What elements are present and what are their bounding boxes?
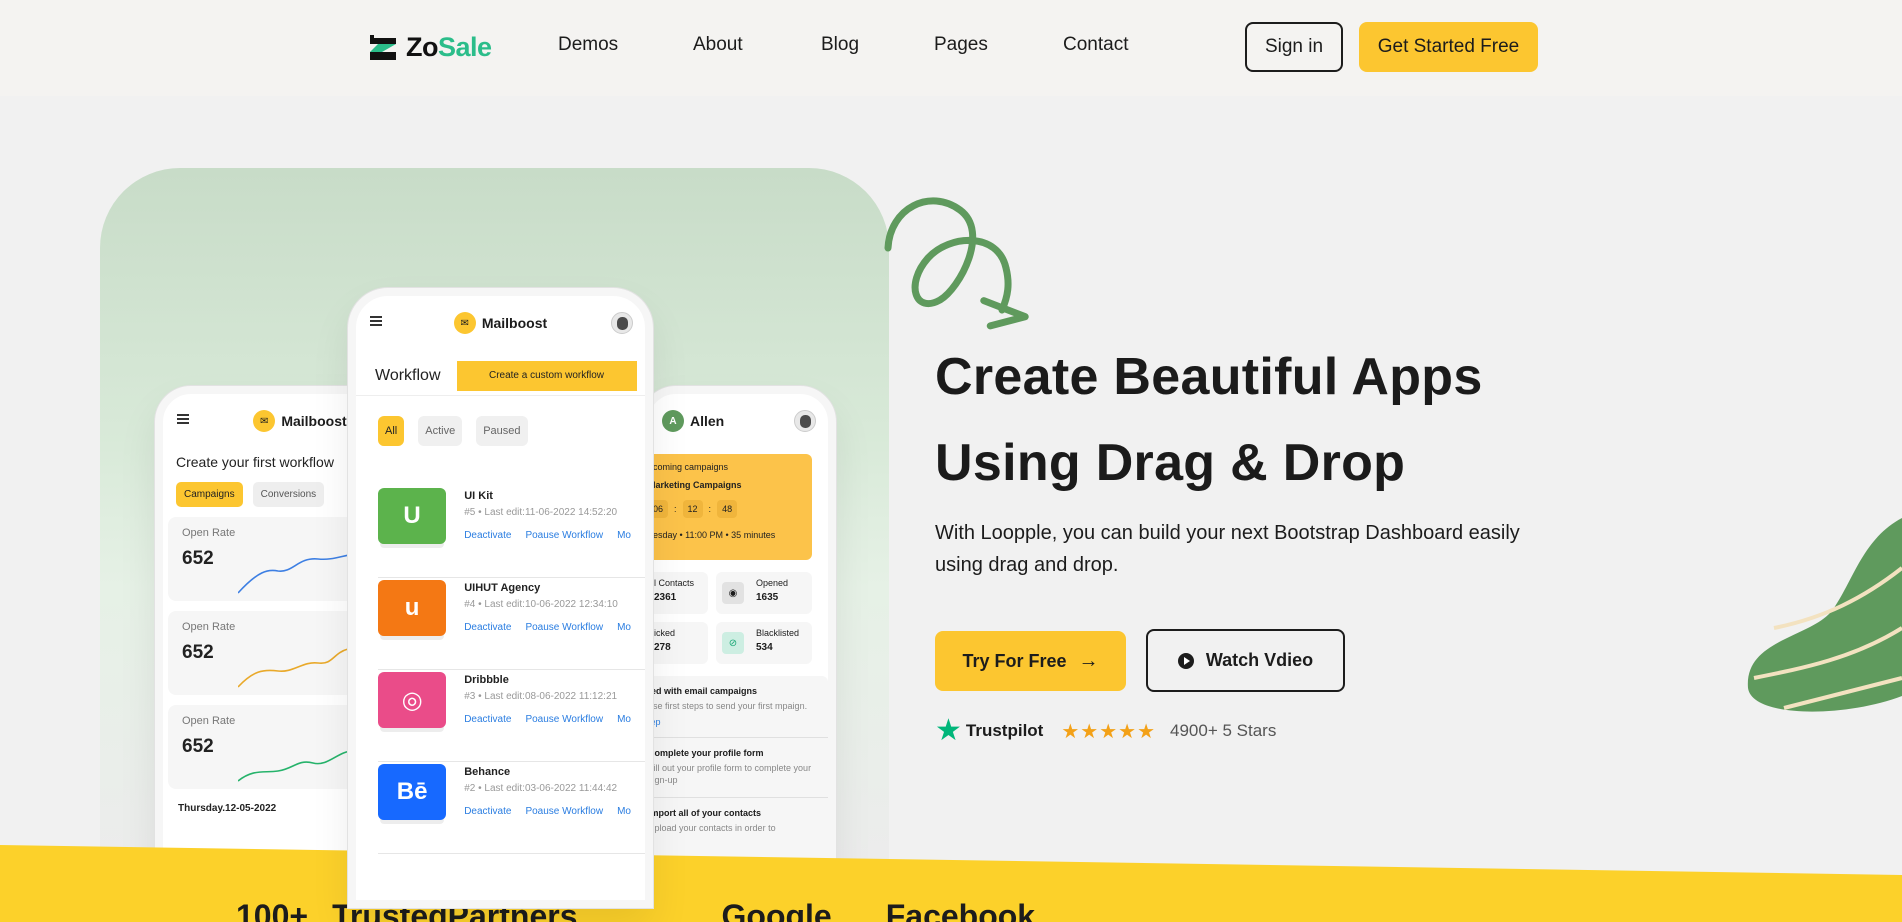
user-name: Allen [690, 413, 725, 429]
mailbox-icon: ✉ [253, 410, 276, 432]
logo-icon [368, 32, 398, 62]
partner-logo-google: Google [721, 898, 832, 922]
stat-contacts: l Contacts 2361 [648, 572, 708, 614]
deactivate-link: Deactivate [464, 806, 512, 817]
workflow-meta: #4 • Last edit:10-06-2022 12:34:10 [464, 599, 618, 610]
top-navbar: ZoSale Demos About Blog Pages Contact Si… [0, 0, 1902, 96]
stat-opened: ◉ Opened 1635 [716, 572, 812, 614]
block-icon: ⊘ [722, 632, 744, 654]
pause-workflow-link: Poause Workflow [525, 622, 604, 633]
avatar [794, 410, 816, 432]
watch-video-button[interactable]: Watch Vdieo [1146, 629, 1345, 692]
logo-text: ZoSale [406, 31, 492, 62]
nav-link-about[interactable]: About [693, 34, 743, 56]
nav-link-contact[interactable]: Contact [1063, 34, 1128, 56]
deactivate-link: Deactivate [464, 530, 512, 541]
nav-link-blog[interactable]: Blog [821, 34, 859, 56]
workflow-meta: #2 • Last edit:03-06-2022 11:44:42 [464, 783, 618, 794]
more-link: Mo [617, 622, 631, 633]
hero-heading: Create Beautiful Apps Using Drag & Drop [935, 348, 1483, 492]
list-text: Fill out your profile form to complete y… [648, 762, 812, 786]
pause-workflow-link: Poause Workflow [525, 530, 604, 541]
workflow-name: Dribbble [464, 674, 509, 686]
user-logo-icon: A [662, 410, 684, 432]
eye-icon: ◉ [722, 582, 744, 604]
nav-link-pages[interactable]: Pages [934, 34, 988, 56]
card-schedule: nesday • 11:00 PM • 35 minutes [648, 530, 776, 540]
hero-subtitle: With Loopple, you can build your next Bo… [935, 522, 1520, 576]
workflow-name: Behance [464, 766, 511, 778]
countdown-timer: 06: 12: 48 [648, 500, 812, 518]
getting-started-list: ted with email campaigns ese first steps… [648, 676, 828, 876]
more-link: Mo [617, 530, 631, 541]
timer-minutes: 12 [682, 500, 703, 518]
phone-brand: Mailboost [281, 413, 347, 429]
rating-stars: ★★★★★ [1061, 720, 1157, 743]
more-link: Mo [617, 714, 631, 725]
partner-logo-facebook: Facebook [885, 898, 1036, 922]
mailbox-icon: ✉ [453, 312, 476, 334]
upcoming-campaign-card: pcoming campaigns Marketing Campaigns 06… [648, 454, 812, 560]
deactivate-link: Deactivate [464, 622, 512, 633]
nav-link-demos[interactable]: Demos [558, 34, 618, 56]
leaf-decoration [1747, 518, 1902, 712]
card-title: Marketing Campaigns [648, 480, 742, 490]
card-label: pcoming campaigns [648, 462, 729, 472]
play-icon [1177, 652, 1194, 669]
workflow-meta: #3 • Last edit:08-06-2022 11:12:21 [464, 691, 618, 702]
app-logo-icon: ◎ [378, 672, 447, 728]
rating-text: 4900+ 5 Stars [1170, 721, 1277, 740]
try-for-free-button[interactable]: Try For Free → [935, 631, 1126, 691]
tab-conversions: Conversions [252, 482, 325, 507]
workflow-item: ◎ Dribbble #3 • Last edit:08-06-2022 11:12… [378, 670, 645, 762]
workflow-title: Workflow [375, 366, 441, 384]
phone-brand: Mailboost [481, 315, 548, 331]
get-started-button[interactable]: Get Started Free [1359, 22, 1538, 72]
workflow-item: u UIHUT Agency #4 • Last edit:10-06-2022 1… [378, 578, 645, 670]
stat-blacklisted: ⊘ Blacklisted 534 [716, 622, 812, 664]
trustpilot-rating: ★ Trustpilot ★★★★★ 4900+ 5 Stars [935, 716, 1276, 746]
workflow-item: U UI Kit #5 • Last edit:11-06-2022 14:52:2… [378, 486, 645, 578]
stat-clicked: icked 278 [648, 622, 708, 664]
menu-icon [370, 316, 382, 326]
list-heading: ted with email campaigns [648, 686, 758, 696]
logo[interactable]: ZoSale [368, 30, 492, 64]
filter-active: Active [418, 416, 463, 446]
filter-paused: Paused [476, 416, 528, 446]
list-heading: Complete your profile form [648, 747, 764, 758]
app-logo-icon: Bē [378, 764, 447, 820]
trustpilot-star-icon: ★ [935, 714, 962, 747]
filter-all: All [378, 416, 405, 446]
pause-workflow-link: Poause Workflow [525, 714, 604, 725]
timer-seconds: 48 [717, 500, 738, 518]
trustpilot-label: Trustpilot [965, 721, 1044, 740]
workflow-list: U UI Kit #5 • Last edit:11-06-2022 14:52:2… [356, 486, 645, 854]
app-logo-icon: u [378, 580, 447, 636]
phone-header: ✉ Mailboost [356, 296, 645, 350]
arrow-right-icon: → [1078, 649, 1099, 672]
app-logo-icon: U [378, 488, 447, 544]
list-heading: Import all of your contacts [648, 807, 762, 818]
phone-mockup-right: A Allen pcoming campaigns Marketing Camp… [640, 386, 836, 906]
workflow-meta: #5 • Last edit:11-06-2022 14:52:20 [464, 507, 618, 518]
workflow-name: UI Kit [464, 490, 493, 502]
avatar [611, 312, 633, 334]
more-link: Mo [617, 806, 631, 817]
phone-mockup-center: ✉ Mailboost Workflow Create a custom wor… [348, 288, 653, 908]
create-workflow-button: Create a custom workflow [456, 360, 637, 391]
list-text: ese first steps to send your first mpaig… [648, 701, 808, 711]
deactivate-link: Deactivate [464, 714, 512, 725]
sign-in-button[interactable]: Sign in [1245, 22, 1343, 72]
partners-count: 100+ [236, 898, 309, 922]
list-text: Upload your contacts in order to [648, 822, 776, 833]
curly-arrow-decoration [884, 197, 1029, 330]
list-link: tep [648, 716, 661, 727]
menu-icon [177, 414, 189, 424]
workflow-name: UIHUT Agency [464, 582, 541, 594]
phone-header: A Allen [648, 394, 828, 448]
pause-workflow-link: Poause Workflow [525, 806, 604, 817]
workflow-item: Bē Behance #2 • Last edit:03-06-2022 11:44… [378, 762, 645, 854]
tab-campaigns: Campaigns [176, 482, 243, 507]
